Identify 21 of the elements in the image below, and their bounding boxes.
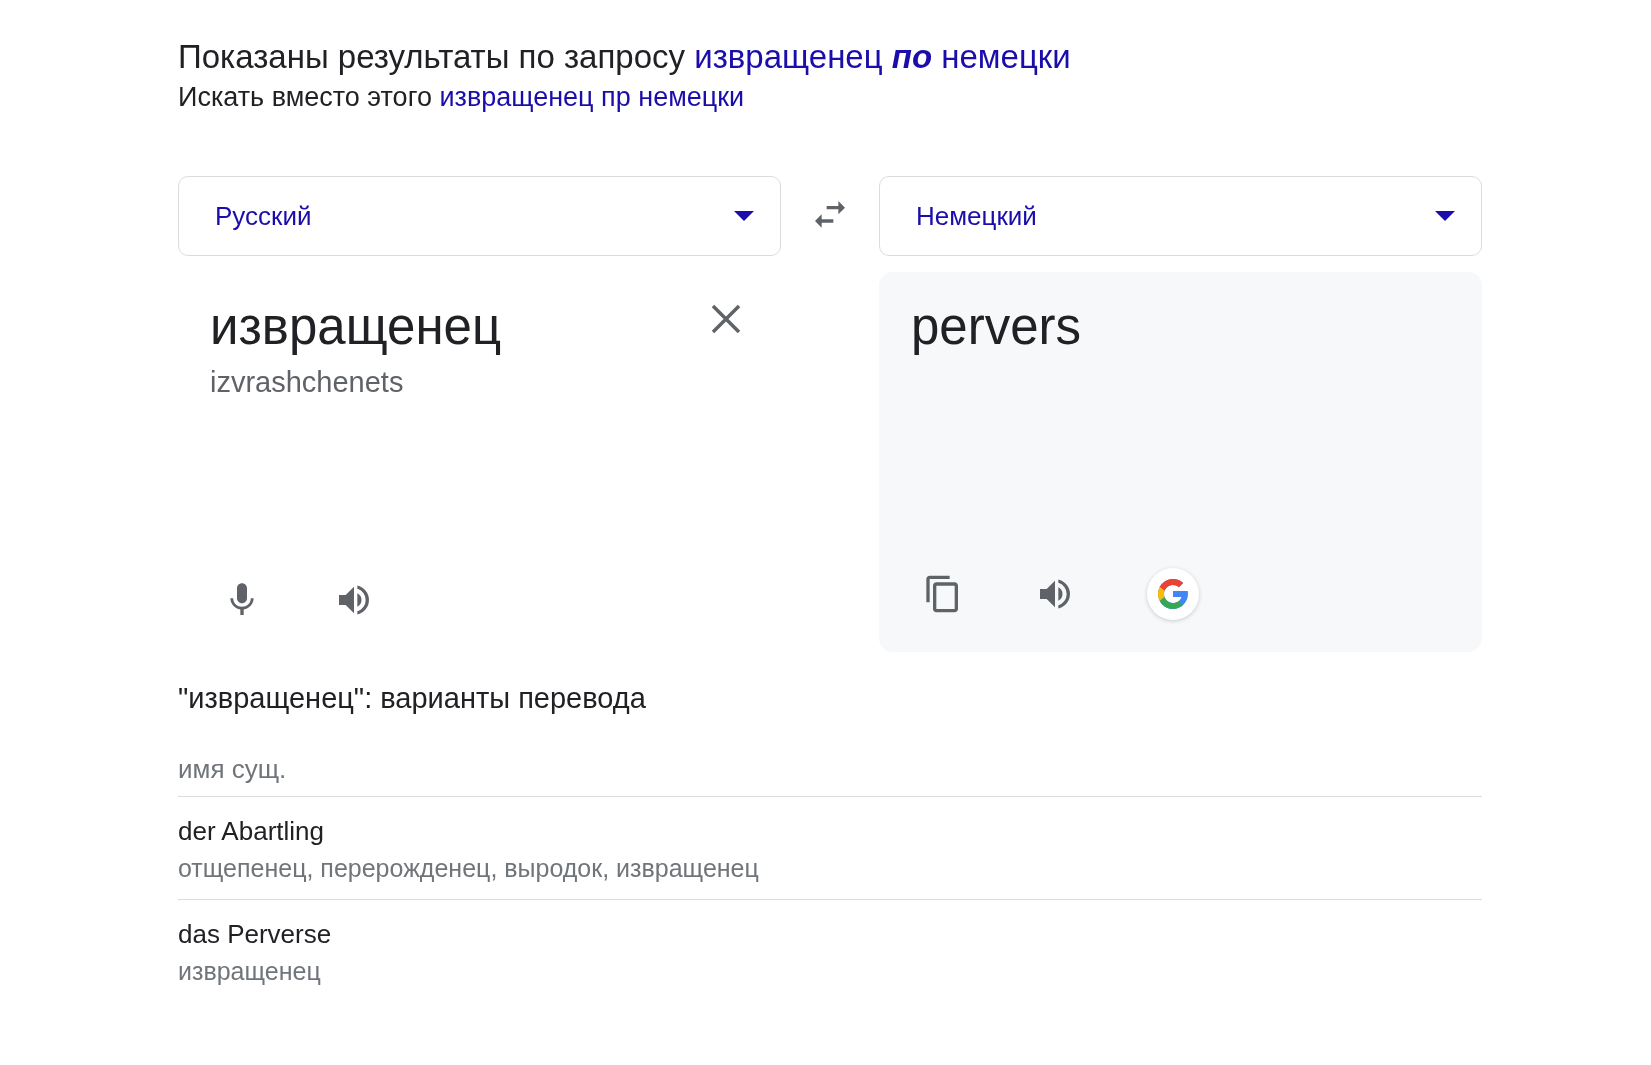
dropdown-caret-icon — [734, 211, 754, 221]
source-language-select[interactable]: Русский — [178, 176, 781, 256]
reverse-translations-text: отщепенец, перерожденец, выродок, извращенец — [178, 853, 760, 884]
source-language-label: Русский — [215, 200, 312, 232]
translation-term: der Abartling — [178, 815, 325, 848]
search-instead-text: Искать вместо этого извращенец пр немецки — [178, 81, 746, 114]
close-icon[interactable] — [711, 304, 741, 334]
dropdown-caret-icon — [1435, 211, 1455, 221]
translated-text: pervers — [911, 297, 1083, 357]
source-text[interactable]: извращенец — [210, 292, 502, 362]
translations-heading: "извращенец": варианты перевода — [178, 681, 647, 716]
translation-term: das Perverse — [178, 918, 333, 951]
part-of-speech-label: имя сущ. — [178, 752, 1482, 797]
target-language-label: Немецкий — [916, 200, 1037, 232]
reverse-translations-text: извращенец — [178, 956, 322, 987]
target-language-select[interactable]: Немецкий — [879, 176, 1482, 256]
original-query-link[interactable]: извращенец пр немецки — [439, 82, 745, 112]
showing-results-text: Показаны результаты по запросу извращенец по немецки — [178, 37, 1072, 77]
corrected-query-link[interactable]: извращенец по немецки — [694, 38, 1071, 75]
google-logo-icon[interactable] — [1147, 568, 1199, 620]
transliteration-text: izvrashchenets — [210, 365, 405, 400]
